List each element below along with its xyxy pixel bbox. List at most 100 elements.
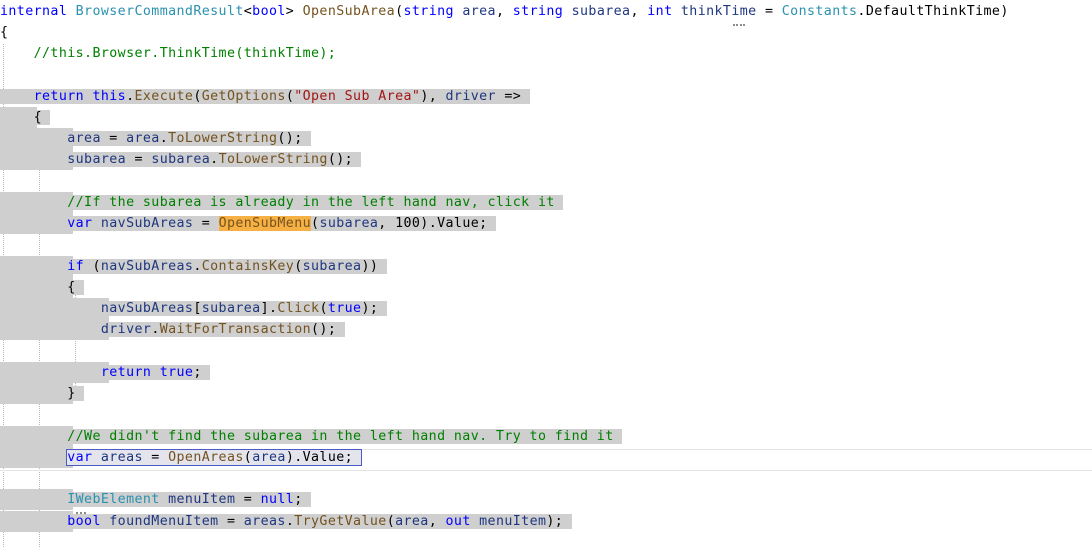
code-token: ; <box>193 365 202 380</box>
code-token: thinkTime <box>680 4 757 19</box>
changed-code-highlight: } <box>67 386 85 401</box>
code-line[interactable]: subarea = subarea.ToLowerString(); <box>0 149 362 170</box>
suggestion-dots <box>733 24 745 28</box>
code-line[interactable]: { <box>0 107 51 128</box>
changed-code-highlight: if (navSubAreas.ContainsKey(subarea)) <box>67 259 387 274</box>
code-token: .DefaultThinkTime) <box>857 4 1009 19</box>
code-line[interactable]: area = area.ToLowerString(); <box>0 128 312 149</box>
code-token: var <box>67 450 93 465</box>
changed-code-highlight: { <box>67 280 85 295</box>
code-token: (); <box>327 152 354 167</box>
code-token: true <box>159 365 194 380</box>
changed-code-highlight: area = area.ToLowerString(); <box>67 131 312 146</box>
code-token: return <box>33 89 85 104</box>
changed-code-highlight: navSubAreas[subarea].Click(true); <box>100 301 387 316</box>
code-line[interactable]: IWebElement menuItem = null; <box>0 489 312 510</box>
code-line[interactable]: var navSubAreas = OpenSubMenu(subarea, 1… <box>0 213 496 234</box>
code-token: driver <box>445 89 496 104</box>
code-token: subarea <box>201 301 261 316</box>
code-token: { <box>33 110 43 125</box>
code-line[interactable]: if (navSubAreas.ContainsKey(subarea)) <box>0 256 387 277</box>
code-token: = <box>142 450 169 465</box>
code-token: this <box>92 89 127 104</box>
code-token: = <box>235 492 261 507</box>
code-token: WaitForTransaction <box>159 322 312 337</box>
code-token: menuItem <box>479 514 547 529</box>
code-token: subarea <box>67 152 127 167</box>
code-token: , <box>495 4 513 19</box>
code-line[interactable]: var areas = OpenAreas(area).Value; <box>0 447 363 468</box>
code-token: string <box>403 4 454 19</box>
changed-code-highlight: return this.Execute(GetOptions("Open Sub… <box>0 89 530 104</box>
code-line[interactable]: navSubAreas[subarea].Click(true); <box>0 298 387 319</box>
code-line[interactable]: //If the subarea is already in the left … <box>0 192 564 213</box>
suggestion-dots <box>76 512 86 516</box>
code-token: Constants <box>781 4 858 19</box>
code-token: )) <box>361 259 379 274</box>
changed-code-highlight: var navSubAreas = OpenSubMenu(subarea, 1… <box>67 216 496 231</box>
code-line[interactable]: return this.Execute(GetOptions("Open Sub… <box>0 86 530 107</box>
code-token: > <box>285 4 303 19</box>
changed-code-highlight: //If the subarea is already in the left … <box>67 195 564 210</box>
code-token: = <box>218 514 244 529</box>
changed-code-highlight: var areas = OpenAreas(area).Value; <box>66 449 363 466</box>
code-token: subarea <box>571 4 631 19</box>
code-token: ( <box>294 259 303 274</box>
code-token: { <box>67 280 76 295</box>
code-token: = <box>100 131 127 146</box>
code-token: [ <box>193 301 202 316</box>
code-token: subarea <box>151 152 211 167</box>
code-token: area <box>252 450 286 465</box>
code-token: = <box>126 152 152 167</box>
code-token: . <box>151 322 160 337</box>
code-token: ); <box>546 514 564 529</box>
code-token: string <box>512 4 564 19</box>
code-token: ), <box>420 89 446 104</box>
code-line[interactable]: { <box>0 277 85 298</box>
code-token: , <box>428 514 446 529</box>
code-token: ( <box>285 89 295 104</box>
changed-code-highlight: IWebElement menuItem = null; <box>67 492 312 507</box>
code-token: TryGetValue <box>294 514 387 529</box>
code-token: navSubAreas <box>100 301 194 316</box>
code-line[interactable]: { <box>0 22 8 43</box>
code-token: OpenSubMenu <box>218 216 312 231</box>
code-token: ]. <box>260 301 278 316</box>
code-token: var <box>67 216 93 231</box>
code-token: (); <box>277 131 303 146</box>
code-token: int <box>647 4 673 19</box>
code-token: . <box>210 152 219 167</box>
code-line[interactable]: } <box>0 383 85 404</box>
code-editor[interactable]: internal BrowserCommandResult<bool> Open… <box>0 0 1092 547</box>
code-token: return <box>100 365 152 380</box>
code-token: < <box>243 4 253 19</box>
code-line[interactable]: driver.WaitForTransaction(); <box>0 319 345 340</box>
code-token: BrowserCommandResult <box>75 4 244 19</box>
code-line[interactable]: internal BrowserCommandResult<bool> Open… <box>0 1 1009 22</box>
code-token: //If the subarea is already in the left … <box>67 195 555 210</box>
code-line[interactable]: //We didn't find the subarea in the left… <box>0 426 623 447</box>
changed-code-highlight: driver.WaitForTransaction(); <box>100 322 345 337</box>
code-token: = <box>756 4 782 19</box>
code-line[interactable]: //this.Browser.ThinkTime(thinkTime); <box>0 43 336 64</box>
code-token: . <box>159 131 169 146</box>
code-token: ); <box>361 301 379 316</box>
code-token: bool <box>252 4 286 19</box>
changed-code-highlight: { <box>33 110 51 125</box>
code-token: ; <box>294 492 303 507</box>
code-token: bool <box>67 514 101 529</box>
code-token: IWebElement <box>67 492 160 507</box>
code-line[interactable]: return true; <box>0 362 211 383</box>
code-token: area <box>462 4 496 19</box>
code-token: . <box>126 89 135 104</box>
